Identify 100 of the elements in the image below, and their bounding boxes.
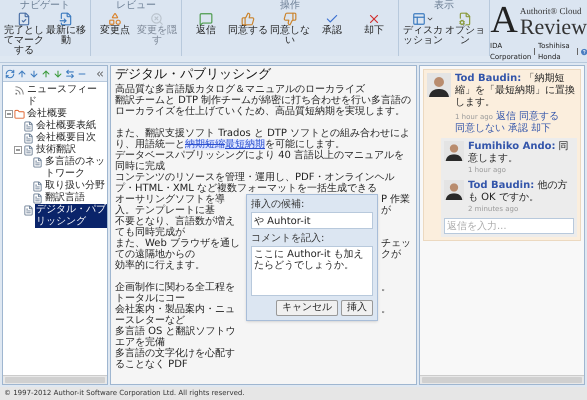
paragraph-line: 高品質な多言語版カタログ＆マニュアルのローカライズ: [115, 84, 366, 95]
paragraph-line: 会社案内・製品案内・ニュースレターなど: [115, 304, 236, 326]
collapse-icon[interactable]: [95, 68, 105, 78]
page-icon: [23, 133, 34, 144]
action-link[interactable]: 却下: [531, 123, 551, 135]
page-icon: [23, 205, 34, 216]
close-icon: [367, 12, 381, 26]
folder-icon: [14, 109, 25, 120]
action-link[interactable]: 同意しない: [455, 123, 505, 135]
logo-letter: A: [490, 2, 518, 38]
toolbar-button[interactable]: 変更点: [94, 11, 136, 56]
paragraph-line: オーサリングソフトを導入。テンプレートに基: [115, 194, 226, 216]
comment-field[interactable]: ここに Author-it も加えたらどうでしょうか。: [251, 246, 373, 296]
toolbar-button[interactable]: オプション: [444, 11, 486, 56]
tree-item[interactable]: 会社概要表紙: [35, 120, 97, 132]
paragraph-line: チェックが: [381, 238, 412, 260]
paragraph-line: 効率的に行えます。: [115, 260, 206, 271]
tree-item[interactable]: 多言語のネットワーク: [44, 156, 107, 180]
swap-icon[interactable]: [65, 68, 75, 78]
avatar: [444, 141, 464, 161]
group-label: 操作: [279, 0, 301, 11]
page-icon: [32, 193, 43, 204]
arrow-down-icon[interactable]: [53, 68, 63, 78]
paragraph-line: コンテンツのリソースを管理・運用し、PDF・オンラインヘルプ・HTML・XML など複数フォーマットを一括生成できる: [115, 172, 396, 194]
dialog-button[interactable]: キャンセル: [276, 300, 338, 316]
action-link[interactable]: 返信: [496, 111, 516, 123]
panel-layout-icon: [412, 12, 426, 26]
toolbar-button[interactable]: 完了としてマークする: [3, 11, 45, 56]
author-link[interactable]: Fumihiko Ando:: [468, 141, 556, 152]
document-gear-icon: [458, 12, 472, 26]
collapse-toggle[interactable]: [14, 146, 22, 154]
input-field[interactable]: や Auhtor-it: [251, 212, 373, 229]
minus-icon: [6, 111, 12, 117]
paragraph-line: 多言語の文字化けを心配することなく PDF: [115, 348, 236, 370]
toolbar-button[interactable]: 返信: [185, 11, 227, 56]
paragraph-line: 不要となり、言語数が増えても同時完成が: [115, 216, 236, 238]
toolbar-button[interactable]: 最新に移動: [45, 11, 87, 56]
refresh-icon[interactable]: [5, 68, 15, 78]
reply-field[interactable]: 返信を入力...: [444, 218, 574, 234]
tree-item[interactable]: 会社概要: [26, 108, 68, 120]
field-label: 挿入の候補:: [251, 199, 306, 210]
feed-icon: [14, 85, 25, 96]
tree-item[interactable]: 技術翻訳: [35, 144, 77, 156]
field-label: コメントを記入:: [251, 233, 326, 244]
paragraph-line: 翻訳チームと DTP 制作チームが綿密に打ち合わせを行い多言語のローカライズを仕上げていくため、高品質短納期を実現します。: [115, 95, 412, 117]
toolbar-button[interactable]: 却下: [353, 11, 395, 56]
horizontal-scrollbar[interactable]: [420, 375, 584, 384]
avatar: [427, 73, 451, 97]
thumbs-up-icon: [241, 12, 255, 26]
page-icon: [23, 145, 34, 156]
action-link[interactable]: 同意する: [518, 111, 559, 123]
reply-text: Tod Baudin: 他の方も OK ですか。: [468, 180, 568, 204]
document-title: デジタル・パブリッシング: [115, 66, 272, 84]
group-label: レビュー: [115, 0, 157, 11]
arrow-down-icon[interactable]: [29, 68, 39, 78]
speech-bubble-icon: [199, 12, 213, 26]
tree-item[interactable]: 会社概要目次: [35, 132, 97, 144]
paragraph-line: P 作業が: [381, 194, 412, 216]
action-link[interactable]: 承認: [508, 123, 528, 135]
avatar: [444, 180, 464, 200]
deleted-text[interactable]: 納期短縮: [185, 139, 225, 150]
toolbar-button[interactable]: 同意する: [227, 11, 269, 56]
arrow-up-icon[interactable]: [17, 68, 27, 78]
toolbar-button[interactable]: 承認: [311, 11, 353, 56]
tree-item[interactable]: ニュースフィード: [26, 84, 107, 108]
help-icon[interactable]: [580, 46, 587, 56]
paragraph-line: データベースパブリッシングにより 40 言語以上のマニュアルを同時に完成: [115, 150, 406, 172]
shapes-icon: [108, 12, 122, 26]
paragraph-line: 。: [381, 282, 392, 295]
product-name: Review: [520, 16, 587, 38]
document-arrow-icon: [59, 12, 73, 26]
paragraph-line: 。: [381, 304, 392, 317]
caret-icon: [426, 15, 434, 23]
paragraph-line: また、Web ブラウザを通しての遠隔地からの: [115, 238, 241, 260]
tree-item[interactable]: 翻訳言語: [44, 192, 86, 204]
page-icon: [32, 181, 43, 192]
page-icon: [32, 157, 43, 168]
reply-text: Fumihiko Ando: 同意します。: [468, 141, 570, 165]
toolbar-button[interactable]: ディスカッション: [402, 11, 444, 56]
group-label: ナビゲート: [19, 0, 71, 11]
paragraph-line: また、翻訳支援ソフト Trados と DTP ソフトとの組み合わせにより、用語統一と納期短縮最短納期を可能にします。: [115, 128, 412, 150]
comment-text: Tod Baudin: 「納期短縮」を「最短納期」に置換します。: [455, 73, 576, 109]
document-check-icon: [17, 12, 31, 26]
page-icon: [23, 121, 34, 132]
thumbs-down-icon: [283, 12, 297, 26]
dialog-button[interactable]: 挿入: [341, 300, 373, 316]
horizontal-scrollbar[interactable]: [3, 375, 107, 384]
inserted-text[interactable]: 最短納期: [225, 139, 265, 150]
author-link[interactable]: Tod Baudin:: [455, 73, 522, 84]
group-label: 表示: [433, 0, 455, 11]
tree-item[interactable]: デジタル・パブリッシング: [35, 204, 107, 228]
arrow-up-icon[interactable]: [41, 68, 51, 78]
author-link[interactable]: Tod Baudin:: [468, 180, 534, 190]
toolbar-button[interactable]: 同意しない: [269, 11, 311, 56]
paragraph-line: 企画制作に関わる全工程をトータルにコー: [115, 282, 236, 304]
collapse-toggle[interactable]: [5, 110, 13, 118]
minus-icon: [15, 147, 21, 153]
paragraph-line: 多言語 OS と翻訳ソフトウエアを完備: [115, 326, 237, 348]
search-icon: [150, 12, 164, 26]
tree-item[interactable]: 取り扱い分野: [44, 180, 106, 192]
